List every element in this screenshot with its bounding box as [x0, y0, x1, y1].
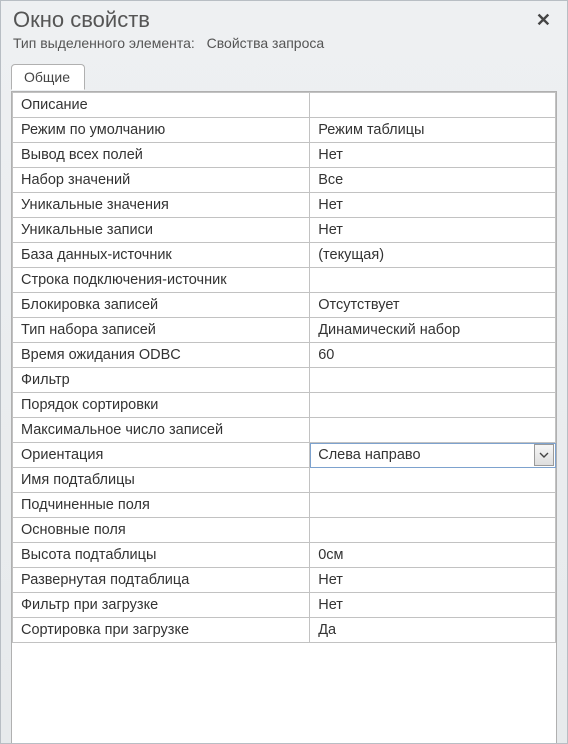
property-row: Блокировка записейОтсутствует — [13, 293, 556, 318]
property-value[interactable] — [310, 268, 556, 293]
property-name[interactable]: Уникальные записи — [13, 218, 310, 243]
properties-window: Окно свойств ✕ Тип выделенного элемента:… — [0, 0, 568, 744]
window-title: Окно свойств — [13, 7, 150, 33]
property-row: Максимальное число записей — [13, 418, 556, 443]
tabs: Общие — [11, 63, 557, 92]
property-value[interactable] — [310, 493, 556, 518]
property-name[interactable]: Ориентация — [13, 443, 310, 468]
selection-type-value: Свойства запроса — [207, 35, 325, 51]
property-value[interactable]: Отсутствует — [310, 293, 556, 318]
property-row: Время ожидания ODBC60 — [13, 343, 556, 368]
property-value[interactable]: Режим таблицы — [310, 118, 556, 143]
property-row: Подчиненные поля — [13, 493, 556, 518]
property-value[interactable] — [310, 518, 556, 543]
property-value[interactable]: Нет — [310, 568, 556, 593]
close-button[interactable]: ✕ — [530, 8, 557, 33]
property-row: Уникальные записиНет — [13, 218, 556, 243]
property-name[interactable]: Максимальное число записей — [13, 418, 310, 443]
property-value[interactable]: (текущая) — [310, 243, 556, 268]
property-name[interactable]: Фильтр — [13, 368, 310, 393]
property-value[interactable]: Нет — [310, 218, 556, 243]
property-name[interactable]: Режим по умолчанию — [13, 118, 310, 143]
property-name[interactable]: Набор значений — [13, 168, 310, 193]
property-name[interactable]: Описание — [13, 93, 310, 118]
chevron-down-icon — [539, 452, 549, 458]
property-name[interactable]: Основные поля — [13, 518, 310, 543]
property-value[interactable]: Все — [310, 168, 556, 193]
property-name[interactable]: Тип набора записей — [13, 318, 310, 343]
property-name[interactable]: Высота подтаблицы — [13, 543, 310, 568]
close-icon: ✕ — [536, 10, 551, 30]
property-value[interactable]: Нет — [310, 193, 556, 218]
property-name[interactable]: Развернутая подтаблица — [13, 568, 310, 593]
property-value[interactable]: 0см — [310, 543, 556, 568]
property-row: Фильтр при загрузкеНет — [13, 593, 556, 618]
property-row: Описание — [13, 93, 556, 118]
property-row: Высота подтаблицы0см — [13, 543, 556, 568]
property-value[interactable]: Да — [310, 618, 556, 643]
property-value[interactable] — [310, 393, 556, 418]
property-row: Сортировка при загрузкеДа — [13, 618, 556, 643]
tab-general[interactable]: Общие — [11, 64, 85, 90]
property-name[interactable]: Время ожидания ODBC — [13, 343, 310, 368]
property-row: Набор значенийВсе — [13, 168, 556, 193]
property-value[interactable] — [310, 418, 556, 443]
property-row: Имя подтаблицы — [13, 468, 556, 493]
property-row: Уникальные значенияНет — [13, 193, 556, 218]
property-row: Фильтр — [13, 368, 556, 393]
property-row: Основные поля — [13, 518, 556, 543]
property-value[interactable]: 60 — [310, 343, 556, 368]
property-sheet: ОписаниеРежим по умолчаниюРежим таблицыВ… — [11, 92, 557, 744]
property-name[interactable]: Подчиненные поля — [13, 493, 310, 518]
titlebar: Окно свойств ✕ — [1, 1, 567, 35]
dropdown-button[interactable] — [534, 444, 554, 466]
property-value[interactable]: Нет — [310, 143, 556, 168]
property-name[interactable]: Имя подтаблицы — [13, 468, 310, 493]
property-value[interactable] — [310, 368, 556, 393]
property-value[interactable]: Слева направо — [310, 443, 556, 468]
property-value[interactable]: Динамический набор — [310, 318, 556, 343]
selection-type-label: Тип выделенного элемента: — [13, 35, 195, 51]
property-row: Развернутая подтаблицаНет — [13, 568, 556, 593]
property-row: База данных-источник(текущая) — [13, 243, 556, 268]
properties-table: ОписаниеРежим по умолчаниюРежим таблицыВ… — [12, 92, 556, 643]
property-row: Порядок сортировки — [13, 393, 556, 418]
property-value[interactable] — [310, 93, 556, 118]
property-name[interactable]: Вывод всех полей — [13, 143, 310, 168]
property-name[interactable]: Строка подключения-источник — [13, 268, 310, 293]
selection-type: Тип выделенного элемента: Свойства запро… — [1, 35, 567, 57]
property-name[interactable]: Фильтр при загрузке — [13, 593, 310, 618]
property-name[interactable]: Блокировка записей — [13, 293, 310, 318]
property-row: Тип набора записейДинамический набор — [13, 318, 556, 343]
property-name[interactable]: База данных-источник — [13, 243, 310, 268]
property-name[interactable]: Порядок сортировки — [13, 393, 310, 418]
property-row: ОриентацияСлева направо — [13, 443, 556, 468]
property-name[interactable]: Сортировка при загрузке — [13, 618, 310, 643]
property-value[interactable]: Нет — [310, 593, 556, 618]
property-row: Строка подключения-источник — [13, 268, 556, 293]
property-row: Режим по умолчаниюРежим таблицы — [13, 118, 556, 143]
property-value[interactable] — [310, 468, 556, 493]
property-name[interactable]: Уникальные значения — [13, 193, 310, 218]
property-row: Вывод всех полейНет — [13, 143, 556, 168]
